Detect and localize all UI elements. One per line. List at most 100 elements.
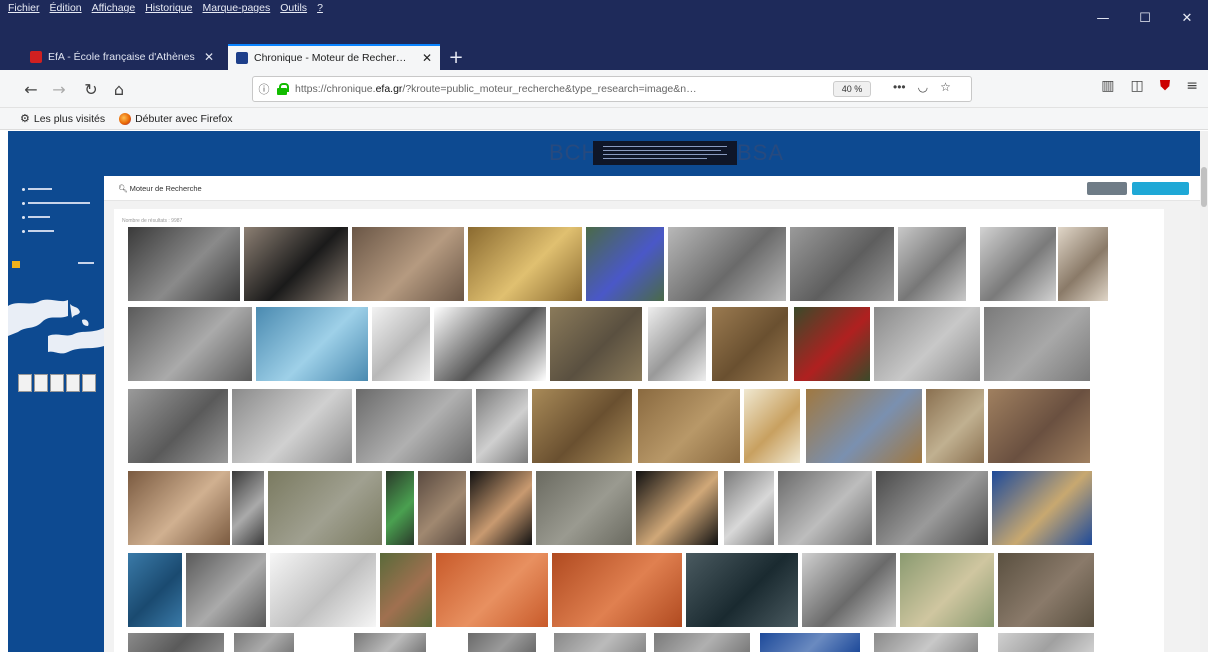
header-button-grey[interactable] [1087, 182, 1127, 195]
result-thumbnail[interactable] [186, 553, 266, 627]
result-thumbnail[interactable] [354, 633, 426, 652]
result-thumbnail[interactable] [268, 471, 382, 545]
more-actions-icon[interactable]: ••• [893, 80, 906, 94]
result-thumbnail[interactable] [256, 307, 368, 381]
scrollbar-thumb[interactable] [1201, 167, 1207, 207]
result-thumbnail[interactable] [554, 633, 646, 652]
menu-fichier[interactable]: Fichier [8, 2, 40, 18]
result-thumbnail[interactable] [724, 471, 774, 545]
result-thumbnail[interactable] [926, 389, 984, 463]
header-button-blue[interactable] [1132, 182, 1189, 195]
result-thumbnail[interactable] [532, 389, 632, 463]
result-thumbnail[interactable] [128, 471, 230, 545]
page-scrollbar[interactable] [1200, 131, 1208, 652]
result-thumbnail[interactable] [476, 389, 528, 463]
hamburger-menu-icon[interactable]: ≡ [1186, 78, 1198, 94]
result-thumbnail[interactable] [874, 307, 980, 381]
result-thumbnail[interactable] [874, 633, 978, 652]
result-thumbnail[interactable] [794, 307, 870, 381]
result-thumbnail[interactable] [900, 553, 994, 627]
sidebar-item[interactable] [22, 196, 90, 210]
close-window-button[interactable]: ✕ [1166, 0, 1208, 36]
partner-logo[interactable] [66, 374, 80, 392]
result-thumbnail[interactable] [356, 389, 472, 463]
result-thumbnail[interactable] [128, 633, 224, 652]
result-thumbnail[interactable] [244, 227, 348, 301]
tab-efa[interactable]: EfA - École française d'Athènes ✕ [22, 44, 222, 70]
url-text[interactable]: https://chronique.efa.gr/?kroute=public_… [295, 83, 855, 95]
result-thumbnail[interactable] [638, 389, 740, 463]
result-thumbnail[interactable] [232, 389, 352, 463]
result-thumbnail[interactable] [760, 633, 860, 652]
back-arrow-icon[interactable]: ← [20, 78, 42, 100]
result-thumbnail[interactable] [234, 633, 294, 652]
result-thumbnail[interactable] [998, 633, 1094, 652]
language-label[interactable] [78, 262, 94, 264]
result-thumbnail[interactable] [778, 471, 872, 545]
result-thumbnail[interactable] [128, 307, 252, 381]
sidebar-item[interactable] [22, 210, 90, 224]
sidebar-item[interactable] [22, 224, 90, 238]
reload-icon[interactable]: ↻ [80, 78, 102, 100]
result-thumbnail[interactable] [654, 633, 750, 652]
result-thumbnail[interactable] [470, 471, 532, 545]
result-thumbnail[interactable] [636, 471, 718, 545]
result-thumbnail[interactable] [468, 227, 582, 301]
info-icon[interactable]: ⓘ [253, 81, 275, 97]
result-thumbnail[interactable] [586, 227, 664, 301]
url-bar[interactable]: ⓘ https://chronique.efa.gr/?kroute=publi… [252, 76, 972, 102]
result-thumbnail[interactable] [992, 471, 1092, 545]
result-thumbnail[interactable] [898, 227, 966, 301]
library-icon[interactable]: ▥ [1101, 78, 1114, 94]
result-thumbnail[interactable] [550, 307, 642, 381]
result-thumbnail[interactable] [434, 307, 546, 381]
logo-bsa[interactable]: BSA [737, 140, 784, 166]
result-thumbnail[interactable] [806, 389, 922, 463]
close-tab-icon[interactable]: ✕ [196, 50, 214, 64]
result-thumbnail[interactable] [998, 553, 1094, 627]
menu-affichage[interactable]: Affichage [92, 2, 136, 18]
result-thumbnail[interactable] [648, 307, 706, 381]
result-thumbnail[interactable] [352, 227, 464, 301]
result-thumbnail[interactable] [980, 227, 1056, 301]
tab-chronique[interactable]: Chronique - Moteur de Recher… ✕ [228, 44, 440, 70]
result-thumbnail[interactable] [744, 389, 800, 463]
result-thumbnail[interactable] [436, 553, 548, 627]
partner-logo[interactable] [50, 374, 64, 392]
menu-marque-pages[interactable]: Marque-pages [203, 2, 271, 18]
logo-bch[interactable]: BCH [549, 140, 598, 166]
result-thumbnail[interactable] [1058, 227, 1108, 301]
result-thumbnail[interactable] [468, 633, 536, 652]
result-thumbnail[interactable] [380, 553, 432, 627]
menu-historique[interactable]: Historique [145, 2, 192, 18]
new-tab-icon[interactable]: + [444, 44, 468, 70]
maximize-button[interactable]: ☐ [1124, 0, 1166, 36]
forward-arrow-icon[interactable]: → [48, 78, 70, 100]
result-thumbnail[interactable] [984, 307, 1090, 381]
result-thumbnail[interactable] [802, 553, 896, 627]
ublock-icon[interactable]: ⛊ [1160, 78, 1171, 94]
bookmark-most-visited[interactable]: ⚙ Les plus visités [20, 112, 105, 126]
minimize-button[interactable]: — [1082, 0, 1124, 36]
partner-logo[interactable] [34, 374, 48, 392]
menu-help[interactable]: ? [317, 2, 323, 18]
menu-edition[interactable]: Édition [50, 2, 82, 18]
result-thumbnail[interactable] [372, 307, 430, 381]
result-thumbnail[interactable] [988, 389, 1090, 463]
result-thumbnail[interactable] [668, 227, 786, 301]
result-thumbnail[interactable] [552, 553, 682, 627]
home-icon[interactable]: ⌂ [108, 78, 130, 100]
result-thumbnail[interactable] [128, 553, 182, 627]
result-thumbnail[interactable] [386, 471, 414, 545]
partner-logo[interactable] [82, 374, 96, 392]
pocket-icon[interactable]: ◡ [918, 80, 928, 94]
bookmark-getting-started[interactable]: Débuter avec Firefox [119, 112, 233, 125]
result-thumbnail[interactable] [128, 227, 240, 301]
result-thumbnail[interactable] [418, 471, 466, 545]
result-thumbnail[interactable] [128, 389, 228, 463]
close-tab-icon[interactable]: ✕ [414, 51, 432, 65]
result-thumbnail[interactable] [536, 471, 632, 545]
partner-logo[interactable] [18, 374, 32, 392]
result-thumbnail[interactable] [712, 307, 788, 381]
zoom-level[interactable]: 40 % [833, 81, 871, 97]
